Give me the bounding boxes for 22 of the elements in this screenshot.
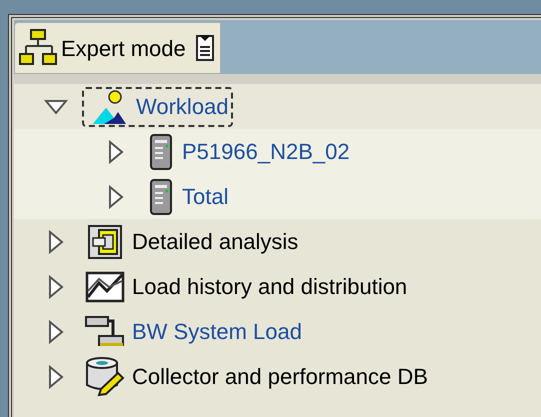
- expand-triangle-icon[interactable]: [108, 184, 124, 208]
- server-icon: [148, 134, 174, 170]
- tree-item-label[interactable]: Detailed analysis: [132, 225, 298, 258]
- hierarchy-icon: [19, 28, 59, 68]
- analysis-icon: [87, 224, 123, 260]
- tree-item-label[interactable]: Collector and performance DB: [132, 360, 428, 393]
- collapse-triangle-icon[interactable]: [44, 98, 68, 114]
- tree-item-label[interactable]: Total: [182, 180, 228, 213]
- line-chart-icon: [85, 270, 125, 302]
- expand-triangle-icon[interactable]: [48, 230, 64, 254]
- expand-triangle-icon[interactable]: [48, 320, 64, 344]
- tree-item-label[interactable]: Load history and distribution: [132, 270, 408, 303]
- menu-list-icon[interactable]: [194, 33, 216, 63]
- database-pencil-icon: [85, 356, 125, 396]
- expand-triangle-icon[interactable]: [48, 364, 64, 388]
- tree-item-label[interactable]: BW System Load: [132, 315, 302, 348]
- tab-label: Expert mode: [61, 34, 186, 63]
- server-icon: [148, 178, 174, 214]
- tree-item-label[interactable]: P51966_N2B_02: [182, 135, 350, 168]
- expand-triangle-icon[interactable]: [108, 140, 124, 164]
- expand-triangle-icon[interactable]: [48, 274, 64, 298]
- expert-mode-tab[interactable]: Expert mode: [14, 22, 221, 74]
